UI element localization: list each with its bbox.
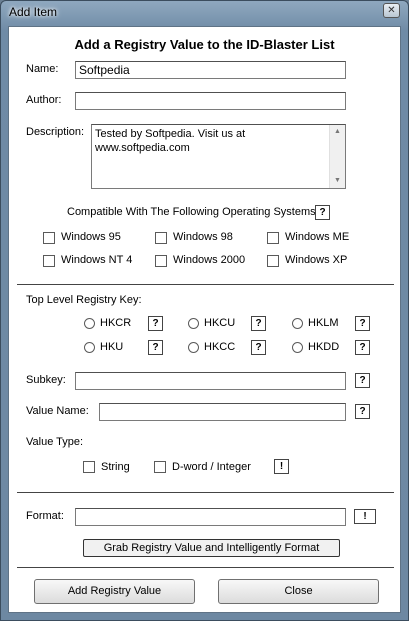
os-label-win95: Windows 95: [61, 231, 121, 243]
divider-3: [17, 567, 394, 568]
os-compat-label: Compatible With The Following Operating …: [67, 206, 319, 218]
os-checkbox-winme[interactable]: [267, 232, 279, 244]
value-name-input[interactable]: [99, 403, 346, 421]
scroll-up-icon[interactable]: ▲: [330, 125, 345, 139]
os-checkbox-win2000[interactable]: [155, 255, 167, 267]
os-help-button[interactable]: ?: [315, 205, 330, 220]
radio-hkcc[interactable]: [188, 342, 199, 353]
add-registry-value-button[interactable]: Add Registry Value: [34, 579, 195, 604]
os-label-win2000: Windows 2000: [173, 254, 246, 266]
help-hkcc-button[interactable]: ?: [251, 340, 266, 355]
dialog-client-area: Add a Registry Value to the ID-Blaster L…: [8, 26, 401, 613]
os-checkbox-win95[interactable]: [43, 232, 55, 244]
type-dword-checkbox[interactable]: [154, 461, 166, 473]
description-text: Tested by Softpedia. Visit us at www.sof…: [95, 128, 246, 154]
help-hkcu-button[interactable]: ?: [251, 316, 266, 331]
value-type-info-button[interactable]: !: [274, 459, 289, 474]
help-hkcr-button[interactable]: ?: [148, 316, 163, 331]
os-checkbox-winxp[interactable]: [267, 255, 279, 267]
value-name-label: Value Name:: [26, 405, 89, 417]
name-label: Name:: [26, 63, 59, 75]
subkey-input[interactable]: [75, 372, 346, 390]
value-type-label: Value Type:: [26, 436, 84, 448]
radio-label-hku: HKU: [100, 341, 124, 353]
description-scrollbar[interactable]: ▲ ▼: [329, 125, 345, 188]
window-title: Add Item: [9, 5, 58, 19]
type-string-checkbox[interactable]: [83, 461, 95, 473]
os-checkbox-winnt4[interactable]: [43, 255, 55, 267]
author-input[interactable]: [75, 92, 346, 110]
radio-hkcr[interactable]: [84, 318, 95, 329]
window-close-icon[interactable]: ✕: [383, 3, 400, 18]
name-input[interactable]: Softpedia: [75, 61, 346, 79]
type-dword-label: D-word / Integer: [172, 461, 251, 473]
grab-registry-value-button[interactable]: Grab Registry Value and Intelligently Fo…: [83, 539, 340, 557]
help-hklm-button[interactable]: ?: [355, 316, 370, 331]
radio-label-hklm: HKLM: [308, 317, 339, 329]
radio-hku[interactable]: [84, 342, 95, 353]
add-item-window: Add Item ✕ Add a Registry Value to the I…: [0, 0, 409, 621]
radio-hklm[interactable]: [292, 318, 303, 329]
subkey-label: Subkey:: [26, 374, 66, 386]
os-label-win98: Windows 98: [173, 231, 233, 243]
close-button[interactable]: Close: [218, 579, 379, 604]
divider-1: [17, 284, 394, 285]
format-label: Format:: [26, 510, 64, 522]
subkey-help-button[interactable]: ?: [355, 373, 370, 388]
format-input[interactable]: [75, 508, 346, 526]
os-label-winnt4: Windows NT 4: [61, 254, 133, 266]
registry-key-label: Top Level Registry Key:: [26, 294, 142, 306]
divider-2: [17, 492, 394, 493]
title-bar[interactable]: Add Item ✕: [1, 1, 408, 25]
help-hku-button[interactable]: ?: [148, 340, 163, 355]
radio-hkcu[interactable]: [188, 318, 199, 329]
radio-label-hkcc: HKCC: [204, 341, 236, 353]
os-label-winme: Windows ME: [285, 231, 350, 243]
description-textarea[interactable]: Tested by Softpedia. Visit us at www.sof…: [91, 124, 346, 189]
radio-label-hkdd: HKDD: [308, 341, 340, 353]
radio-label-hkcr: HKCR: [100, 317, 132, 329]
os-checkbox-win98[interactable]: [155, 232, 167, 244]
radio-hkdd[interactable]: [292, 342, 303, 353]
format-info-button[interactable]: !: [354, 509, 376, 524]
help-hkdd-button[interactable]: ?: [355, 340, 370, 355]
dialog-heading: Add a Registry Value to the ID-Blaster L…: [74, 37, 335, 52]
scroll-down-icon[interactable]: ▼: [330, 174, 345, 188]
os-label-winxp: Windows XP: [285, 254, 348, 266]
description-label: Description:: [26, 126, 85, 138]
value-name-help-button[interactable]: ?: [355, 404, 370, 419]
type-string-label: String: [101, 461, 130, 473]
author-label: Author:: [26, 94, 62, 106]
radio-label-hkcu: HKCU: [204, 317, 236, 329]
